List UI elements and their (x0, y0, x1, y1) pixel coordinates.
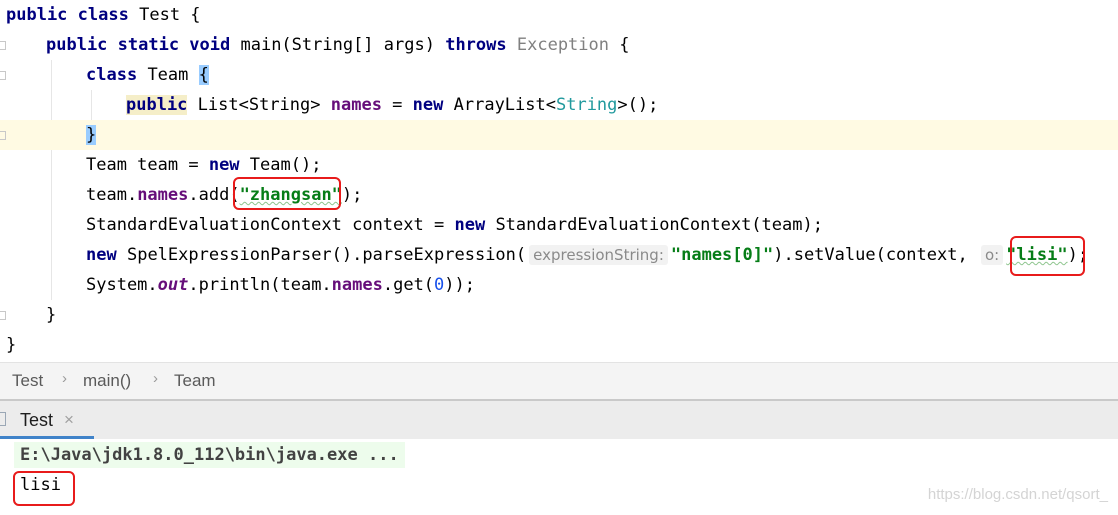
parameter-hint: o: (980, 245, 1004, 265)
class-name: Team (147, 65, 189, 85)
statement-end: ); (1067, 245, 1089, 265)
code-line-6[interactable]: Team team = new Team(); (0, 150, 1118, 180)
code-line-3[interactable]: class Team { (0, 60, 1118, 90)
breadcrumb: Test › main() › Team (0, 362, 1118, 399)
statement: Team team = (86, 155, 209, 175)
string-literal-lisi: "lisi" (1006, 245, 1068, 265)
brace: } (6, 335, 17, 355)
code-line-2[interactable]: public static void main(String[] args) t… (0, 30, 1118, 60)
code-line-7[interactable]: team.names.add("zhangsan"); (0, 180, 1118, 210)
keyword: class (86, 65, 138, 85)
statement: StandardEvaluationContext context = (86, 215, 455, 235)
breadcrumb-item-method[interactable]: main() (83, 371, 131, 391)
fold-marker-icon[interactable] (0, 311, 6, 320)
code-line-9[interactable]: new SpelExpressionParser().parseExpressi… (0, 240, 1118, 270)
breadcrumb-item-class[interactable]: Test (12, 371, 43, 391)
string-literal-zhangsan: "zhangsan" (239, 185, 342, 205)
brace: } (46, 305, 57, 325)
keyword-highlighted: public (126, 95, 188, 115)
statement: team. (86, 185, 138, 205)
generic-type: String (555, 95, 618, 115)
constructor-end: >(); (617, 95, 659, 115)
run-config-icon (0, 412, 6, 426)
field-names: names (331, 275, 383, 295)
chevron-right-icon: › (62, 370, 67, 387)
class-name: Test (139, 5, 181, 25)
method-signature: main(String[] args) (240, 35, 435, 55)
brace-highlighted: { (198, 65, 209, 85)
fold-marker-icon[interactable] (0, 71, 6, 80)
keyword: new (208, 155, 240, 175)
code-line-8[interactable]: StandardEvaluationContext context = new … (0, 210, 1118, 240)
statement: StandardEvaluationContext(team); (495, 215, 823, 235)
run-tool-window-tabbar: Test × (0, 399, 1118, 439)
code-line-1[interactable]: public class Test { (0, 0, 1118, 30)
fold-marker-icon[interactable] (0, 131, 6, 140)
constructor: ArrayList< (453, 95, 556, 115)
keyword: public static void (46, 35, 231, 55)
code-line-5-current[interactable]: } (0, 120, 1118, 150)
run-console[interactable]: E:\Java\jdk1.8.0_112\bin\java.exe ... li… (0, 439, 1118, 515)
breadcrumb-item-inner-class[interactable]: Team (174, 371, 216, 391)
console-output: lisi (20, 475, 61, 495)
brace: { (180, 5, 201, 25)
exception-type: Exception (516, 35, 609, 55)
keyword: class (77, 5, 129, 25)
code-line-12[interactable]: } (0, 330, 1118, 360)
close-icon[interactable]: × (64, 410, 74, 430)
static-field-out: out (157, 275, 189, 295)
string-literal-expression: "names[0]" (670, 245, 774, 265)
tab-run-test[interactable]: Test × (0, 401, 94, 439)
method-call: .add( (188, 185, 240, 205)
code-line-11[interactable]: } (0, 300, 1118, 330)
keyword: new (412, 95, 444, 115)
console-command-line: E:\Java\jdk1.8.0_112\bin\java.exe ... (14, 442, 405, 468)
keyword: new (86, 245, 117, 265)
statement: System. (86, 275, 158, 295)
brace-highlighted: } (86, 125, 97, 145)
method-call: .println(team. (188, 275, 332, 295)
statement: SpelExpressionParser().parseExpression( (126, 245, 527, 265)
number-literal: 0 (434, 275, 445, 295)
method-call: ).setValue(context, (773, 245, 978, 265)
tab-label: Test (20, 410, 54, 430)
statement: Team(); (249, 155, 322, 175)
brace: { (609, 35, 630, 55)
chevron-right-icon: › (153, 370, 158, 387)
code-line-4[interactable]: public List<String> names = new ArrayLis… (0, 90, 1118, 120)
operator: = (381, 95, 413, 115)
field-type: List<String> (197, 95, 321, 115)
method-call: .get( (382, 275, 435, 295)
watermark: https://blog.csdn.net/qsort_ (927, 486, 1108, 503)
field-names: names (137, 185, 189, 205)
fold-marker-icon[interactable] (0, 41, 6, 50)
field-names: names (330, 95, 382, 115)
keyword: public (6, 5, 68, 25)
code-editor[interactable]: public class Test { public static void m… (0, 0, 1118, 362)
keyword: throws (445, 35, 507, 55)
statement-end: )); (444, 275, 476, 295)
keyword: new (454, 215, 486, 235)
parameter-hint: expressionString: (529, 245, 668, 265)
statement-end: ); (341, 185, 363, 205)
code-line-10[interactable]: System.out.println(team.names.get(0)); (0, 270, 1118, 300)
